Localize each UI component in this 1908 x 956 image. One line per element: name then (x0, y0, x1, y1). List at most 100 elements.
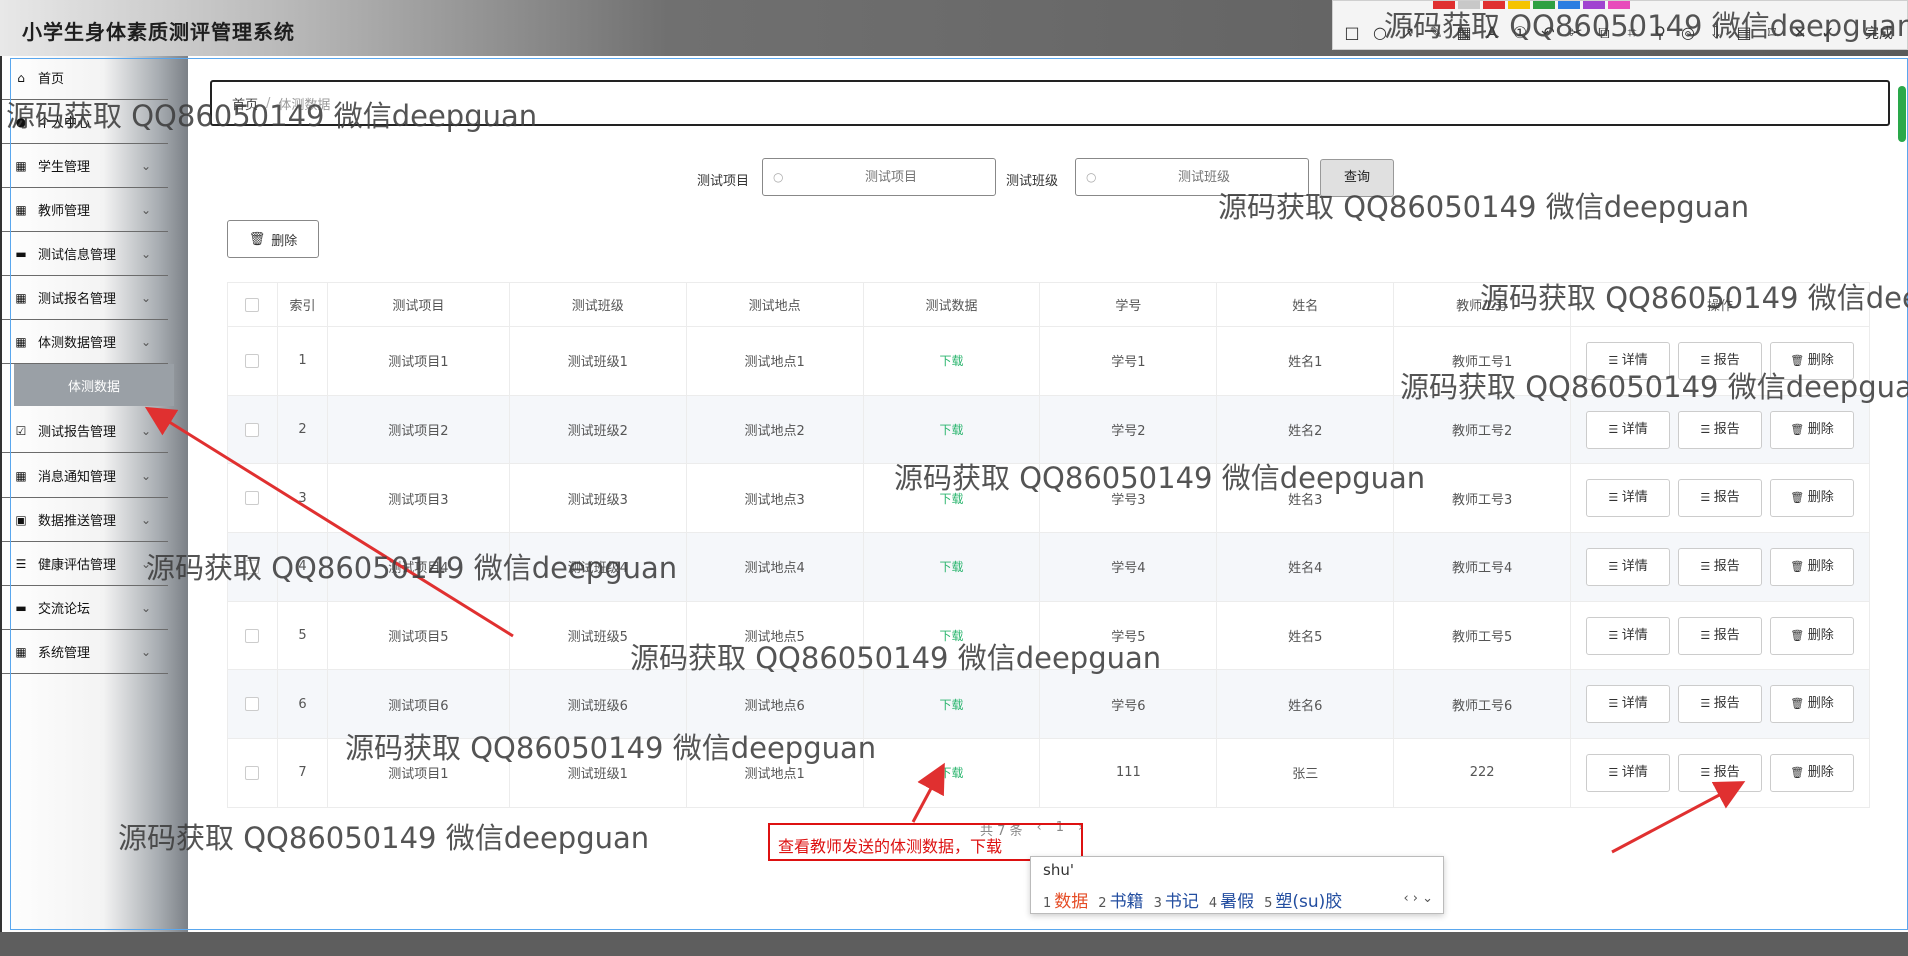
row-select-cell[interactable] (227, 326, 278, 396)
pen-icon[interactable]: ✎ (1427, 23, 1445, 43)
sidebar-item[interactable]: ▦ 学生管理 ⌄ (0, 144, 168, 188)
delete-button[interactable]: 🗑 删除 (1770, 685, 1855, 724)
download-link[interactable]: 下载 (939, 354, 963, 368)
row-checkbox[interactable] (245, 422, 260, 437)
number-icon[interactable]: ① (1511, 23, 1529, 43)
download-link[interactable]: 下载 (939, 423, 963, 437)
delete-button[interactable]: 🗑 删除 (1770, 753, 1855, 792)
sidebar-item[interactable]: ▦ 教师管理 ⌄ (0, 188, 168, 232)
ime-nav[interactable]: ‹ › ⌄ (1403, 891, 1433, 906)
delete-button[interactable]: 🗑 删除 (1770, 341, 1855, 380)
sidebar-item[interactable]: ▦ 测试报名管理 ⌄ (0, 276, 168, 320)
detail-button[interactable]: ☰ 详情 (1586, 410, 1671, 449)
row-checkbox[interactable] (245, 353, 260, 368)
row-checkbox[interactable] (245, 765, 260, 780)
detail-button[interactable]: ☰ 详情 (1586, 685, 1671, 724)
delete-button[interactable]: 🗑 删除 (1770, 479, 1855, 518)
arrow-icon[interactable]: ↗ (1399, 23, 1417, 43)
detail-button[interactable]: ☰ 详情 (1586, 341, 1671, 380)
copy-icon[interactable]: ⧉ (1595, 23, 1613, 43)
batch-delete-button[interactable]: 🗑 删除 (227, 220, 319, 258)
sidebar-item[interactable]: ▦ 系统管理 ⌄ (0, 630, 168, 674)
detail-button[interactable]: ☰ 详情 (1586, 479, 1671, 518)
search-project-input-wrapper[interactable]: ○ (762, 158, 996, 196)
ime-candidate[interactable]: 1 数据 (1043, 887, 1088, 912)
detail-button[interactable]: ☰ 详情 (1586, 616, 1671, 655)
delete-button[interactable]: 🗑 删除 (1770, 547, 1855, 586)
sidebar-subitem-active[interactable]: 体测数据 (14, 364, 174, 406)
ime-candidate[interactable]: 5 塑(su)胶 (1264, 887, 1342, 912)
report-button[interactable]: ☰ 报告 (1678, 341, 1763, 380)
search-class-input-wrapper[interactable]: ○ (1075, 158, 1309, 196)
close-icon[interactable]: ✕ (1791, 23, 1809, 43)
annotation-text: 查看教师发送的体测数据，下载 (778, 837, 1003, 856)
query-button[interactable]: 查询 (1320, 159, 1394, 197)
search-class-input[interactable] (1100, 169, 1308, 185)
row-checkbox[interactable] (245, 697, 260, 712)
row-select-cell[interactable] (227, 532, 278, 602)
sidebar-item[interactable]: ☑ 测试报告管理 ⌄ (0, 409, 168, 453)
download-link[interactable]: 下载 (939, 766, 963, 780)
save-icon[interactable]: ▤ (1735, 23, 1753, 43)
ocr-icon[interactable]: ◎ (1679, 23, 1697, 43)
ime-candidate[interactable]: 3 书记 (1154, 887, 1199, 912)
detail-button[interactable]: ☰ 详情 (1586, 753, 1671, 792)
download-icon[interactable]: ⇩ (1707, 23, 1725, 43)
report-button[interactable]: ☰ 报告 (1678, 753, 1763, 792)
row-checkbox[interactable] (245, 559, 260, 574)
select-all-checkbox[interactable] (245, 297, 260, 312)
row-checkbox[interactable] (245, 491, 260, 506)
trash-icon: 🗑 (1790, 491, 1808, 505)
detail-button-label: 详情 (1621, 490, 1648, 506)
scrollbar-thumb[interactable] (1898, 86, 1906, 142)
rectangle-icon[interactable]: □ (1343, 23, 1361, 43)
row-select-cell[interactable] (227, 738, 278, 808)
report-button[interactable]: ☰ 报告 (1678, 616, 1763, 655)
row-select-cell[interactable] (227, 394, 278, 465)
report-button[interactable]: ☰ 报告 (1678, 410, 1763, 449)
download-link[interactable]: 下载 (939, 492, 963, 506)
download-link[interactable]: 下载 (939, 698, 963, 712)
detail-button[interactable]: ☰ 详情 (1586, 547, 1671, 586)
sidebar-item[interactable]: ▬ 测试信息管理 ⌄ (0, 232, 168, 276)
scissors-icon[interactable]: ✂ (1567, 23, 1585, 43)
search-project-input[interactable] (787, 169, 995, 185)
bookmark-icon[interactable]: ⌑ (1763, 23, 1781, 43)
snip-tool-icons[interactable]: □ ○ ↗ ✎ ▦ A ① ↶ ✂ ⧉ ⌗ ⚲ ◎ ⇩ ▤ ⌑ ✕ ✓ (1343, 23, 1837, 43)
cell-test-data: 下载 (862, 738, 1041, 808)
ime-candidate[interactable]: 4 暑假 (1209, 887, 1254, 912)
breadcrumb-home[interactable]: 首页 (232, 94, 258, 113)
delete-button[interactable]: 🗑 删除 (1770, 616, 1855, 655)
cell-class: 测试班级4 (508, 532, 687, 602)
row-select-cell[interactable] (227, 600, 278, 671)
download-link[interactable]: 下载 (939, 560, 963, 574)
delete-button[interactable]: 🗑 删除 (1770, 410, 1855, 449)
sidebar-item[interactable]: ▣ 数据推送管理 ⌄ (0, 498, 168, 542)
done-button[interactable]: 完成 (1865, 23, 1893, 43)
mosaic-icon[interactable]: ▦ (1455, 23, 1473, 43)
sidebar-item[interactable]: ● 个人中心 (0, 100, 168, 144)
row-select-cell[interactable] (227, 463, 278, 534)
sidebar-item[interactable]: ⌂ 首页 (0, 56, 168, 100)
crop-icon[interactable]: ⌗ (1623, 23, 1641, 43)
confirm-icon[interactable]: ✓ (1819, 23, 1837, 43)
report-button[interactable]: ☰ 报告 (1678, 685, 1763, 724)
report-button[interactable]: ☰ 报告 (1678, 547, 1763, 586)
row-select-cell[interactable] (227, 669, 278, 740)
sidebar-item[interactable]: ▬ 交流论坛 ⌄ (0, 586, 168, 630)
color-palette[interactable] (1433, 1, 1630, 9)
row-checkbox[interactable] (245, 628, 260, 643)
download-link[interactable]: 下载 (939, 629, 963, 643)
sidebar-item[interactable]: ▦ 消息通知管理 ⌄ (0, 454, 168, 498)
pin-icon[interactable]: ⚲ (1651, 23, 1669, 43)
text-icon[interactable]: A (1483, 23, 1501, 43)
sidebar-item[interactable]: ▦ 体测数据管理 ⌄ (0, 320, 168, 364)
detail-button-label: 详情 (1621, 352, 1648, 368)
cell-project: 测试项目1 (326, 738, 510, 808)
header-select-all[interactable] (227, 282, 278, 327)
circle-icon[interactable]: ○ (1371, 23, 1389, 43)
report-button[interactable]: ☰ 报告 (1678, 479, 1763, 518)
sidebar-item[interactable]: ☰ 健康评估管理 ⌄ (0, 542, 168, 586)
ime-candidate[interactable]: 2 书籍 (1098, 887, 1143, 912)
undo-icon[interactable]: ↶ (1539, 23, 1557, 43)
